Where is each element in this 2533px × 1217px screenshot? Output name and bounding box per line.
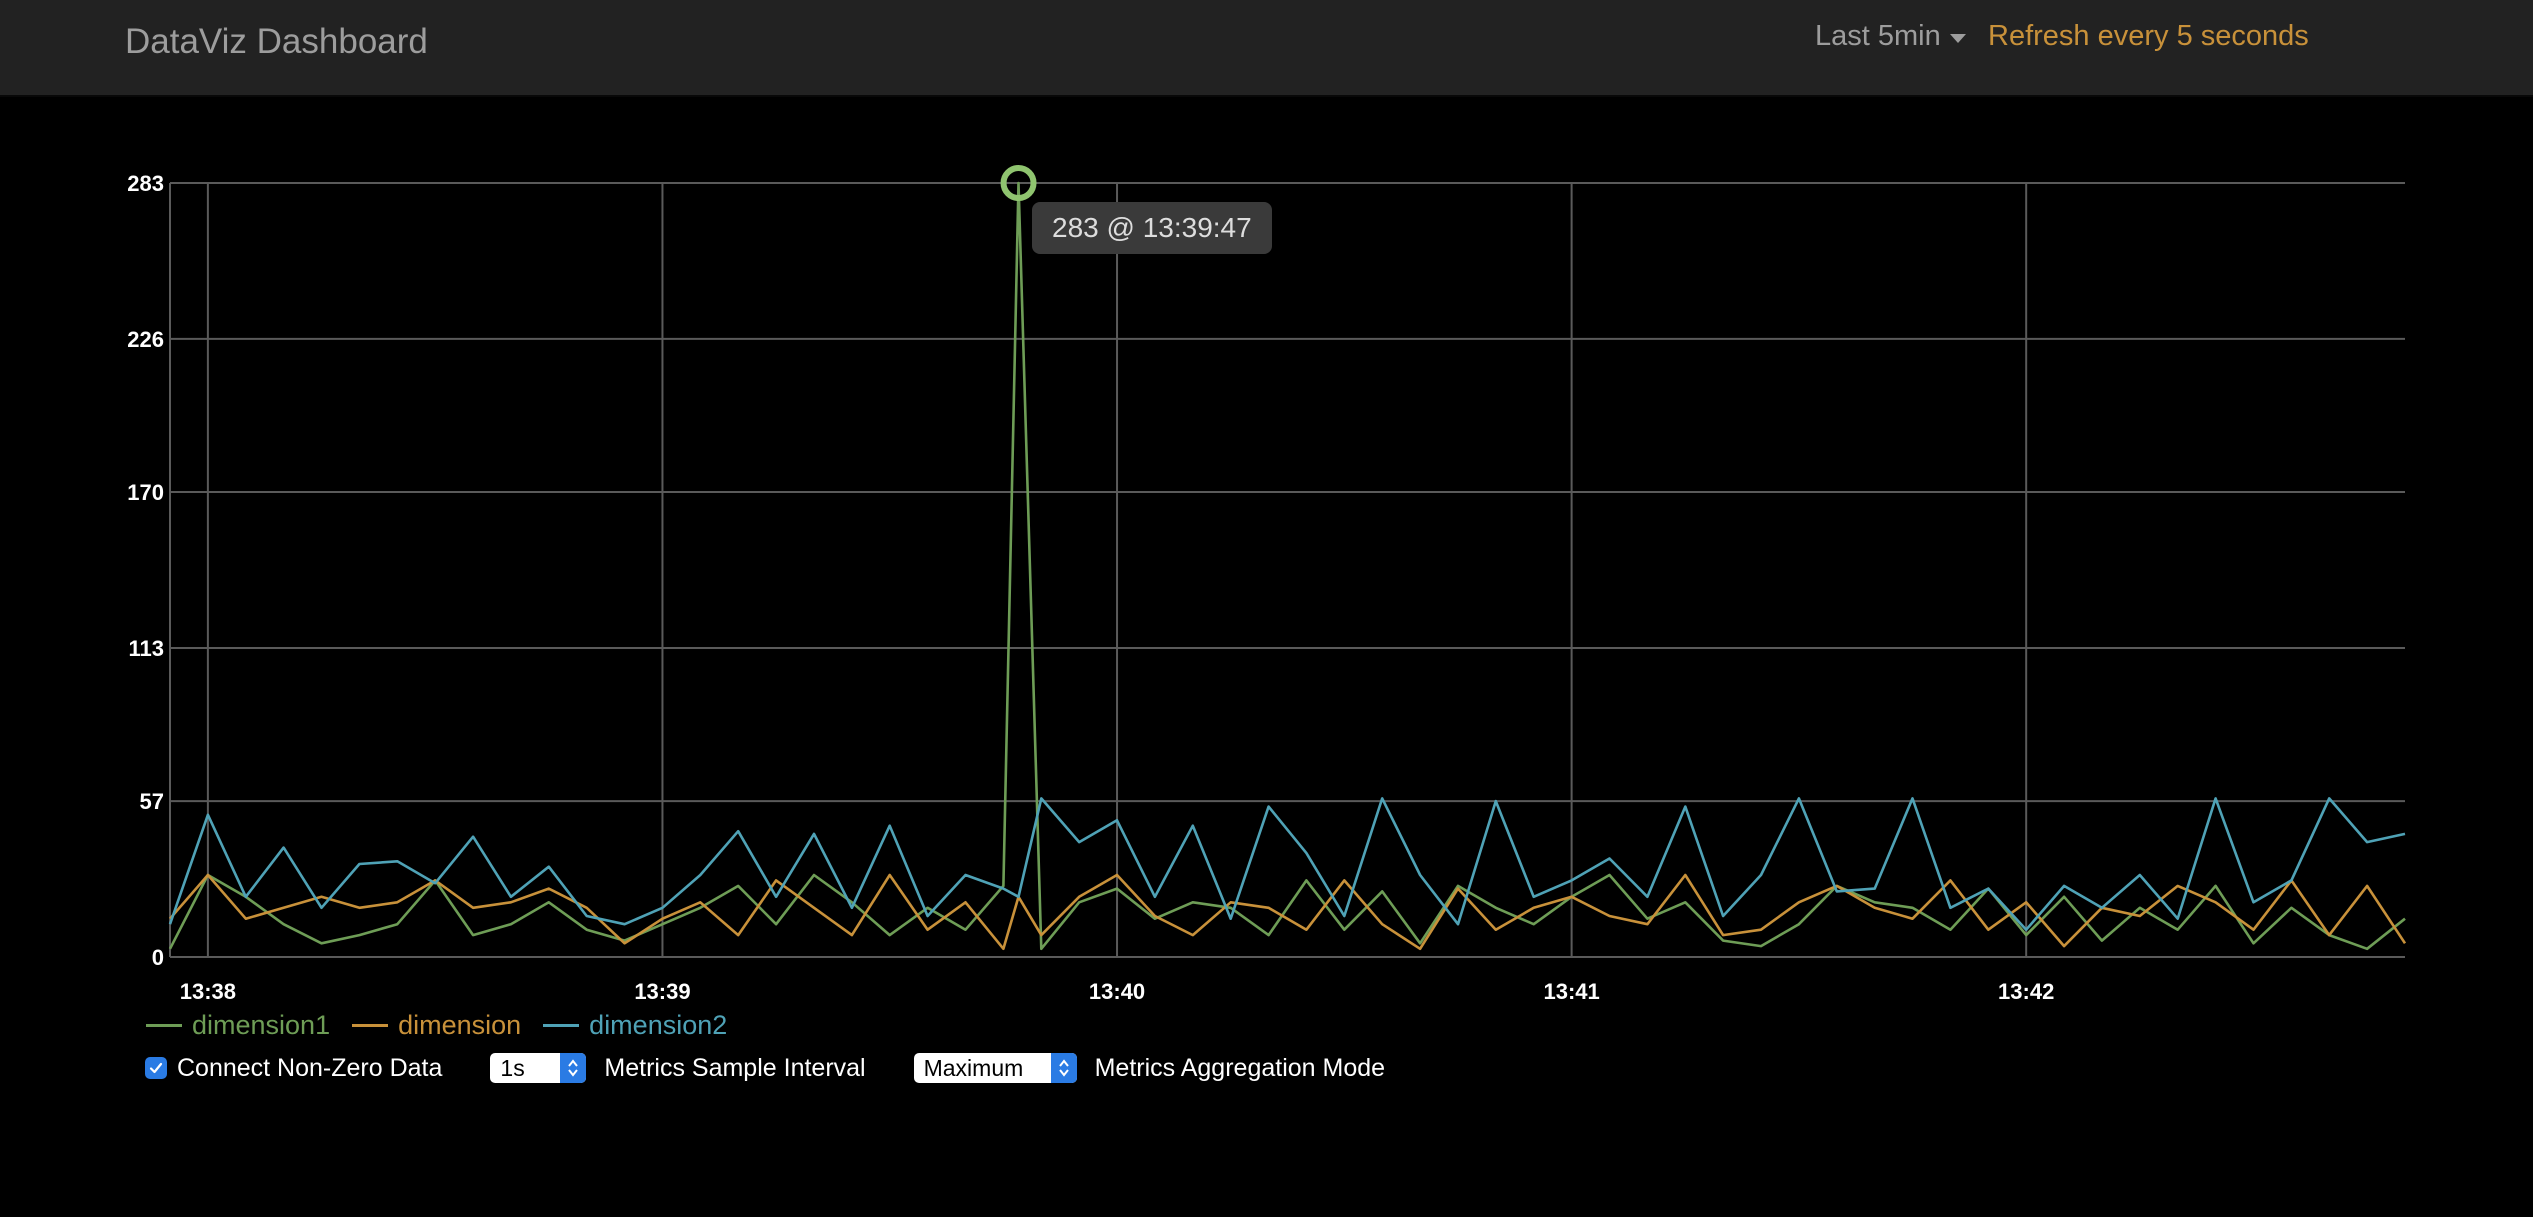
- time-range-dropdown[interactable]: Last 5min: [1815, 20, 1966, 53]
- legend-item-dimension[interactable]: dimension: [352, 1010, 521, 1041]
- y-tick-label: 57: [140, 789, 164, 814]
- refresh-interval-link[interactable]: Refresh every 5 seconds: [1988, 20, 2309, 53]
- caret-down-icon: [1949, 34, 1966, 43]
- legend-item-dimension1[interactable]: dimension1: [146, 1010, 330, 1041]
- sample-interval-value: 1s: [500, 1055, 525, 1081]
- legend-label-dimension1: dimension1: [192, 1010, 331, 1040]
- select-arrows-icon: [560, 1053, 587, 1083]
- navbar: DataViz Dashboard Last 5min Refresh ever…: [0, 0, 2533, 97]
- select-arrows-icon: [1050, 1053, 1077, 1083]
- y-tick-label: 170: [127, 480, 164, 505]
- x-tick-label: 13:39: [634, 979, 690, 1004]
- y-tick-label: 283: [127, 171, 164, 196]
- y-tick-label: 113: [129, 636, 165, 661]
- aggregation-mode-select[interactable]: Maximum: [913, 1053, 1077, 1083]
- aggregation-mode-label: Metrics Aggregation Mode: [1094, 1053, 1386, 1082]
- y-tick-label: 226: [127, 327, 164, 352]
- chart-legend: dimension1 dimension dimension2: [146, 1010, 749, 1041]
- sample-interval-label: Metrics Sample Interval: [604, 1053, 866, 1082]
- chart-controls: Connect Non-Zero Data 1s Metrics Sample …: [145, 1053, 1385, 1083]
- chart-tooltip: 283 @ 13:39:47: [1032, 202, 1272, 254]
- legend-swatch-dimension2: [543, 1024, 580, 1027]
- legend-label-dimension2: dimension2: [589, 1010, 728, 1040]
- legend-item-dimension2[interactable]: dimension2: [543, 1010, 727, 1041]
- legend-label-dimension: dimension: [398, 1010, 522, 1040]
- series-line-dimension1: [168, 181, 2406, 951]
- aggregation-mode-value: Maximum: [923, 1055, 1024, 1081]
- connect-nonzero-label: Connect Non-Zero Data: [177, 1053, 443, 1082]
- x-tick-label: 13:38: [180, 979, 236, 1004]
- legend-swatch-dimension1: [146, 1024, 182, 1027]
- connect-nonzero-checkbox[interactable]: [145, 1057, 167, 1079]
- check-icon: [149, 1062, 163, 1074]
- sample-interval-select[interactable]: 1s: [490, 1053, 587, 1083]
- time-range-label: Last 5min: [1815, 20, 1941, 52]
- legend-swatch-dimension: [352, 1024, 389, 1027]
- y-tick-label: 0: [152, 945, 164, 970]
- brand-title[interactable]: DataViz Dashboard: [125, 22, 428, 62]
- x-tick-label: 13:40: [1089, 979, 1145, 1004]
- x-tick-label: 13:41: [1543, 979, 1599, 1004]
- x-tick-label: 13:42: [1998, 979, 2054, 1004]
